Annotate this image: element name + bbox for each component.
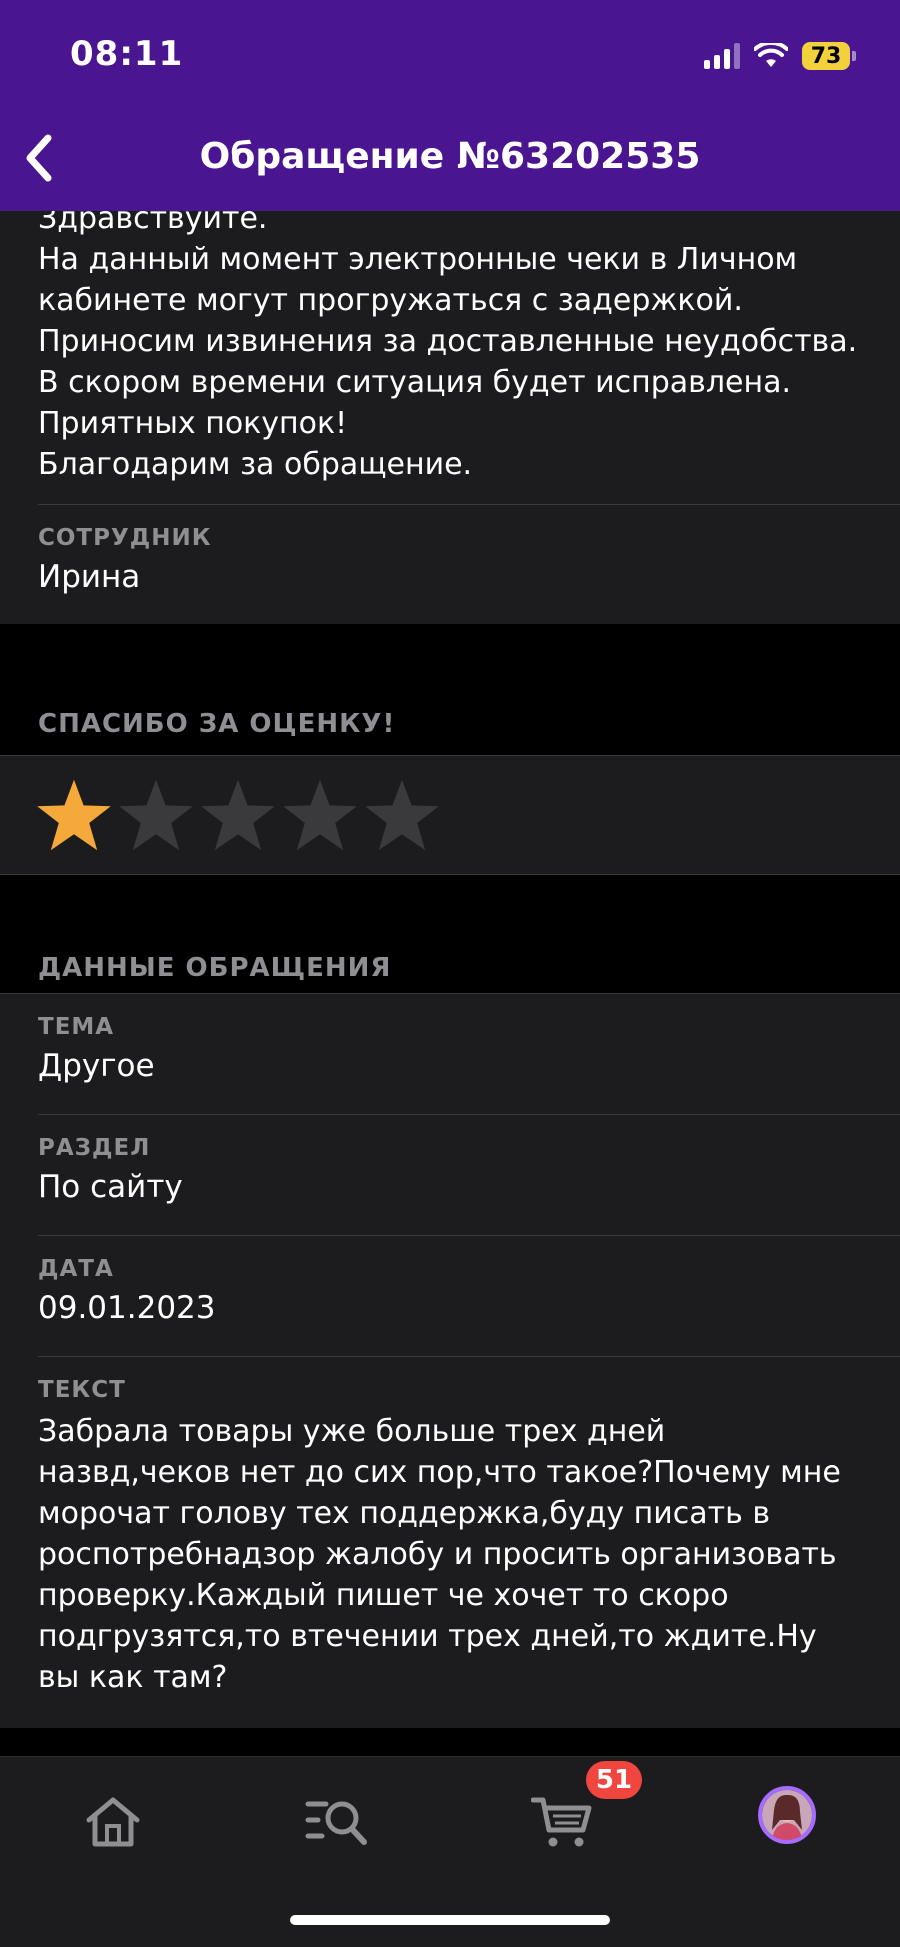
support-answer-text: Здравствуйте. На данный момент электронн… xyxy=(38,211,858,482)
status-time: 08:11 xyxy=(70,34,184,74)
home-icon xyxy=(86,1797,140,1847)
rating-section-title: СПАСИБО ЗА ОЦЕНКУ! xyxy=(38,709,396,739)
star-1-icon[interactable] xyxy=(34,775,114,855)
topic-label: ТЕМА xyxy=(38,1014,115,1040)
star-4-icon[interactable] xyxy=(280,775,360,855)
tab-home[interactable] xyxy=(78,1787,148,1857)
cellular-signal-icon xyxy=(704,43,740,69)
details-card: ТЕМА Другое РАЗДЕЛ По сайту ДАТА 09.01.2… xyxy=(0,994,900,1728)
date-value: 09.01.2023 xyxy=(38,1290,216,1326)
section-value: По сайту xyxy=(38,1169,183,1205)
message-field: ТЕКСТ Забрала товары уже больше трех дне… xyxy=(0,1357,900,1728)
date-field: ДАТА 09.01.2023 xyxy=(0,1236,900,1356)
topic-value: Другое xyxy=(38,1048,155,1084)
profile-avatar[interactable] xyxy=(758,1786,816,1844)
message-label: ТЕКСТ xyxy=(38,1377,126,1403)
status-icons: 73 xyxy=(704,42,856,70)
star-3-icon[interactable] xyxy=(198,775,278,855)
star-5-icon[interactable] xyxy=(362,775,442,855)
star-2-icon[interactable] xyxy=(116,775,196,855)
wifi-icon xyxy=(754,43,788,67)
battery-level: 73 xyxy=(802,42,850,70)
tab-cart[interactable] xyxy=(528,1787,598,1857)
page-title: Обращение №63202535 xyxy=(199,136,701,177)
employee-value: Ирина xyxy=(38,559,141,595)
home-indicator xyxy=(290,1915,610,1925)
details-section-title: ДАННЫЕ ОБРАЩЕНИЯ xyxy=(38,953,392,983)
tab-catalog[interactable] xyxy=(302,1787,372,1857)
navigation-header: 08:11 73 Обращение №63202535 xyxy=(0,0,900,211)
section-label: РАЗДЕЛ xyxy=(38,1135,151,1161)
avatar-image xyxy=(762,1790,812,1840)
message-value: Забрала товары уже больше трех дней назв… xyxy=(38,1414,841,1695)
employee-label: СОТРУДНИК xyxy=(38,525,212,551)
ticket-content[interactable]: Здравствуйте. На данный момент электронн… xyxy=(0,211,900,1756)
date-label: ДАТА xyxy=(38,1256,114,1282)
rating-card xyxy=(0,756,900,874)
section-field: РАЗДЕЛ По сайту xyxy=(0,1115,900,1235)
employee-field: СОТРУДНИК Ирина xyxy=(0,505,900,624)
cart-count-badge: 51 xyxy=(586,1761,642,1799)
catalog-search-icon xyxy=(305,1801,367,1845)
cart-icon xyxy=(531,1797,592,1847)
battery-icon: 73 xyxy=(802,42,856,70)
star-rating[interactable] xyxy=(0,756,900,874)
topic-field: ТЕМА Другое xyxy=(0,994,900,1114)
support-answer-card: Здравствуйте. На данный момент электронн… xyxy=(0,211,900,624)
